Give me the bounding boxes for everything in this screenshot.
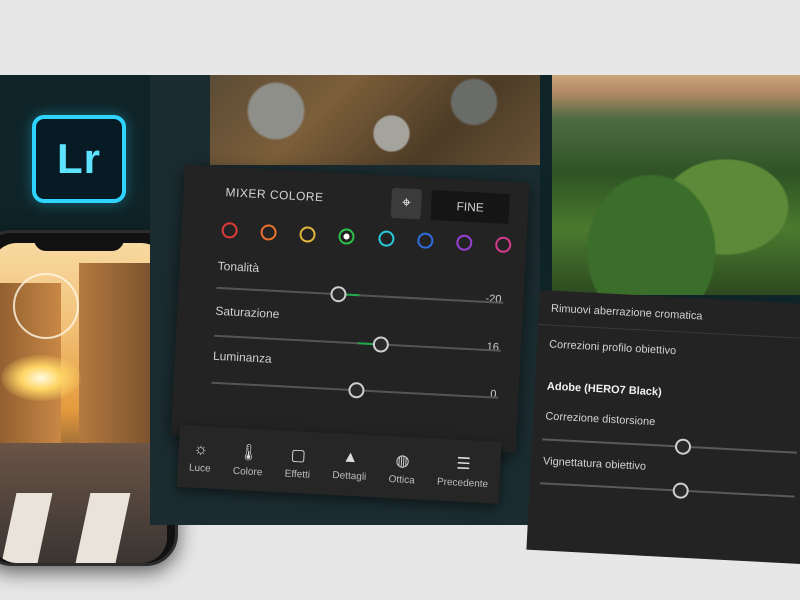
hue-value: -20 [485, 292, 502, 306]
road [0, 443, 167, 563]
chromatic-aberration-label[interactable]: Rimuovi aberrazione cromatica [551, 303, 703, 323]
tool-dettagli[interactable]: ▲ Dettagli [332, 448, 368, 483]
ferris-wheel [13, 273, 79, 339]
target-adjust-button[interactable]: ⌖ [390, 187, 423, 220]
sun-icon: ☼ [193, 440, 209, 458]
presets-icon: ☰ [455, 455, 472, 473]
camera-profile-name: Adobe (HERO7 Black) [546, 380, 663, 399]
color-swatch-aqua[interactable] [377, 230, 395, 248]
landscape-photo [552, 75, 800, 295]
tool-luce[interactable]: ☼ Luce [189, 440, 212, 474]
saturation-label: Saturazione [215, 303, 280, 322]
mixer-title: MIXER COLORE [225, 185, 324, 205]
lightroom-logo: Lr [32, 115, 126, 203]
crosswalk-stripe [75, 493, 131, 563]
color-mixer-panel: MIXER COLORE ⌖ FINE Tonalità -20 Saturaz… [170, 165, 530, 453]
optics-panel: Rimuovi aberrazione cromatica Correzioni… [526, 290, 800, 565]
color-swatch-orange[interactable] [260, 224, 278, 241]
profile-corrections-label[interactable]: Correzioni profilo obiettivo [549, 339, 677, 358]
sunset-glow [1, 355, 81, 401]
tool-label: Precedente [436, 476, 489, 490]
hue-slider-knob[interactable] [329, 285, 347, 303]
hue-slider[interactable] [216, 285, 504, 304]
thermometer-icon: 🌡 [238, 443, 260, 462]
tool-label: Luce [188, 462, 211, 475]
color-swatch-red[interactable] [221, 222, 239, 239]
tool-ottica[interactable]: ◍ Ottica [388, 450, 416, 486]
tool-effetti[interactable]: ▢ Effetti [284, 444, 311, 480]
tool-precedente[interactable]: ☰ Precedente [437, 452, 490, 490]
tool-label: Effetti [284, 468, 311, 481]
tool-label: Ottica [388, 473, 415, 486]
triangle-icon: ▲ [342, 448, 359, 466]
distortion-slider-knob[interactable] [674, 438, 692, 456]
tool-label: Colore [232, 465, 263, 478]
color-swatches [221, 222, 512, 254]
color-swatch-yellow[interactable] [299, 226, 317, 243]
tool-label: Dettagli [332, 469, 367, 483]
crosswalk-stripe [1, 493, 53, 563]
photo-preview-rocks [210, 75, 540, 165]
tool-colore[interactable]: 🌡 Colore [232, 441, 264, 478]
luminance-slider[interactable] [211, 381, 499, 399]
saturation-slider-knob[interactable] [372, 336, 390, 353]
distortion-label: Correzione distorsione [545, 410, 656, 429]
phone-photo [0, 243, 167, 563]
distortion-slider[interactable] [542, 438, 797, 456]
vignette-slider-knob[interactable] [672, 482, 690, 500]
phone-notch [34, 233, 124, 251]
color-swatch-green[interactable] [338, 228, 356, 245]
luminance-slider-knob[interactable] [347, 381, 365, 399]
vignette-label: Vignettatura obiettivo [542, 455, 647, 473]
lens-icon: ◍ [395, 451, 411, 470]
vignette-icon: ▢ [290, 446, 307, 465]
color-swatch-magenta[interactable] [494, 236, 512, 254]
color-swatch-blue[interactable] [416, 232, 434, 250]
target-icon: ⌖ [401, 194, 412, 212]
saturation-value: 16 [486, 341, 500, 354]
done-button[interactable]: FINE [430, 189, 510, 225]
luminance-label: Luminanza [212, 348, 273, 366]
logo-text: Lr [57, 135, 101, 182]
color-swatch-purple[interactable] [455, 234, 473, 252]
divider [538, 323, 800, 340]
hue-label: Tonalità [217, 258, 260, 276]
saturation-slider[interactable] [214, 334, 501, 353]
vignette-slider[interactable] [539, 482, 795, 500]
luminance-value: 0 [489, 388, 497, 401]
